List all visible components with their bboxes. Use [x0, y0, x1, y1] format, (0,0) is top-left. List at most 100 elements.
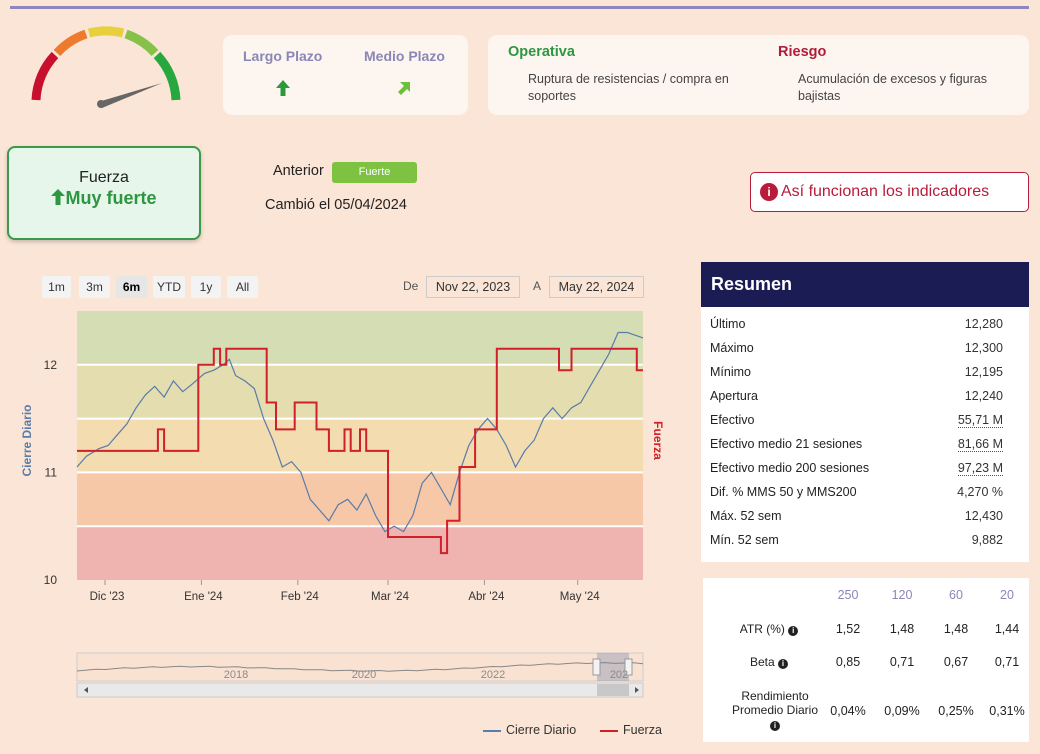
summary-row: Apertura 12,240 [710, 387, 1003, 407]
to-date-input[interactable]: May 22, 2024 [549, 276, 644, 298]
chart-band [77, 472, 643, 527]
operativa-riesgo-card: Operativa Ruptura de resistencias / comp… [488, 35, 1029, 115]
summary-row: Efectivo medio 21 sesiones 81,66 M [710, 435, 1003, 455]
stats-cell: 1,48 [889, 622, 915, 636]
summary-row-label: Dif. % MMS 50 y MMS200 [710, 485, 857, 499]
info-icon[interactable]: i [778, 659, 789, 669]
price-strength-chart: 10 11 12 Dic '23 Ene '24 Feb '24 Mar '24 Abr '2… [20, 311, 665, 698]
stats-table: 250 120 60 20 ATR (%) i 1,52 1,48 1,48 1… [703, 578, 1029, 742]
x-tick-label: May '24 [560, 591, 601, 603]
riesgo-title: Riesgo [778, 44, 827, 60]
fuerza-value-text: Muy fuerte [65, 188, 157, 208]
stats-cell: 0,31% [989, 704, 1025, 718]
summary-row-label: Efectivo medio 21 sesiones [710, 437, 863, 451]
navigator-handle-left [592, 658, 601, 676]
stats-cell: 1,44 [994, 622, 1020, 636]
riesgo-text: Acumulación de excesos y figuras bajista… [798, 72, 987, 103]
summary-row: Máximo 12,300 [710, 339, 1003, 359]
summary-row: Dif. % MMS 50 y MMS200 4,270 % [710, 483, 1003, 503]
stats-cell: 0,67 [943, 655, 969, 669]
range-button-ytd[interactable]: YTD [153, 276, 185, 298]
stats-cell: 0,04% [830, 704, 866, 718]
strength-gauge-icon [31, 26, 181, 108]
changed-date: Cambió el 05/04/2024 [265, 197, 407, 213]
x-tick-label: Abr '24 [468, 591, 505, 603]
long-term-label: Largo Plazo [243, 48, 323, 64]
fuerza-box: Fuerza Muy fuerte [7, 146, 201, 240]
y-tick-label: 12 [44, 358, 58, 372]
info-icon[interactable]: i [770, 721, 780, 731]
summary-row-label: Mínimo [710, 365, 751, 379]
legend-item-cierre[interactable]: Cierre Diario [483, 723, 576, 737]
horizon-card: Largo Plazo Medio Plazo [223, 35, 468, 115]
stats-row-label-rendimiento: Rendimiento Promedio Diario i [727, 689, 823, 731]
x-tick-label: Mar '24 [371, 591, 410, 603]
summary-row-label: Máx. 52 sem [710, 509, 782, 523]
y-tick-label: 11 [45, 465, 58, 479]
summary-row-label: Último [710, 317, 746, 331]
stats-cell: 0,25% [938, 704, 974, 718]
arrow-up-icon [51, 189, 66, 205]
legend-label-cierre: Cierre Diario [506, 723, 577, 737]
info-icon[interactable]: i [788, 626, 799, 636]
summary-row-label: Mín. 52 sem [710, 533, 779, 547]
y2-axis-label: Fuerza [651, 421, 665, 460]
fuerza-value: Muy fuerte [9, 188, 199, 209]
summary-row: Mínimo 12,195 [710, 363, 1003, 383]
top-divider [10, 6, 1029, 9]
range-button-3m[interactable]: 3m [79, 276, 110, 298]
stats-row-label-beta: Beta i [709, 655, 829, 669]
stats-cell: 0,71 [889, 655, 915, 669]
legend-swatch-cierre [483, 729, 501, 732]
stats-header: 60 [949, 588, 963, 602]
summary-row-value: 12,195 [964, 365, 1003, 379]
summary-row-value: 4,270 % [957, 485, 1003, 499]
summary-row-value: 12,300 [964, 341, 1003, 355]
anterior-badge: Fuerte [332, 162, 417, 183]
summary-row-value[interactable]: 97,23 M [957, 461, 1003, 476]
operativa-text: Ruptura de resistencias / compra en sopo… [528, 72, 729, 103]
stats-header: 20 [1000, 588, 1014, 602]
stats-header: 250 [837, 588, 859, 602]
summary-row-value[interactable]: 81,66 M [957, 437, 1003, 452]
x-tick-label: Dic '23 [90, 591, 125, 603]
medium-term-label: Medio Plazo [364, 48, 445, 64]
legend-label-fuerza: Fuerza [623, 723, 662, 737]
navigator-scrollbar-track [76, 682, 644, 698]
legend-item-fuerza[interactable]: Fuerza [600, 723, 662, 737]
x-tick-label: Feb '24 [281, 591, 320, 603]
operativa-title: Operativa [508, 44, 575, 60]
navigator-year-label: 202 [610, 669, 628, 681]
navigator-scrollbar-thumb [597, 684, 629, 696]
range-button-6m[interactable]: 6m [116, 276, 147, 298]
x-tick-label: Ene '24 [184, 591, 223, 603]
beta-label: Beta [749, 655, 775, 669]
y-tick-label: 10 [44, 573, 58, 587]
summary-row: Efectivo 55,71 M [710, 411, 1003, 431]
summary-row-value[interactable]: 55,71 M [957, 413, 1003, 428]
summary-row-value: 9,882 [971, 533, 1003, 547]
summary-row: Máx. 52 sem 12,430 [710, 507, 1003, 527]
summary-row: Efectivo medio 200 sesiones 97,23 M [710, 459, 1003, 479]
summary-row-label: Máximo [710, 341, 754, 355]
indicators-info-button[interactable]: i Así funcionan los indicadores [750, 172, 1029, 212]
arrow-up-right-icon [398, 82, 410, 95]
range-button-all[interactable]: All [227, 276, 258, 298]
navigator-year-label: 2022 [481, 669, 505, 681]
range-button-1m[interactable]: 1m [42, 276, 71, 298]
from-label: De [403, 279, 419, 293]
from-date-input[interactable]: Nov 22, 2023 [426, 276, 520, 298]
summary-row-value: 12,280 [964, 317, 1003, 331]
stats-cell: 1,52 [835, 622, 861, 636]
range-button-1y[interactable]: 1y [191, 276, 221, 298]
summary-row-label: Efectivo [710, 413, 755, 427]
summary-row-label: Efectivo medio 200 sesiones [710, 461, 870, 475]
indicators-info-label: Así funcionan los indicadores [781, 183, 990, 200]
summary-row: Mín. 52 sem 9,882 [710, 531, 1003, 551]
summary-row-value: 12,240 [964, 389, 1003, 403]
atr-label: ATR (%) [739, 622, 785, 636]
stats-row-label-atr: ATR (%) i [709, 622, 829, 636]
navigator-year-label: 2020 [352, 669, 376, 681]
navigator-year-label: 2018 [224, 669, 248, 681]
stats-cell: 1,48 [943, 622, 969, 636]
